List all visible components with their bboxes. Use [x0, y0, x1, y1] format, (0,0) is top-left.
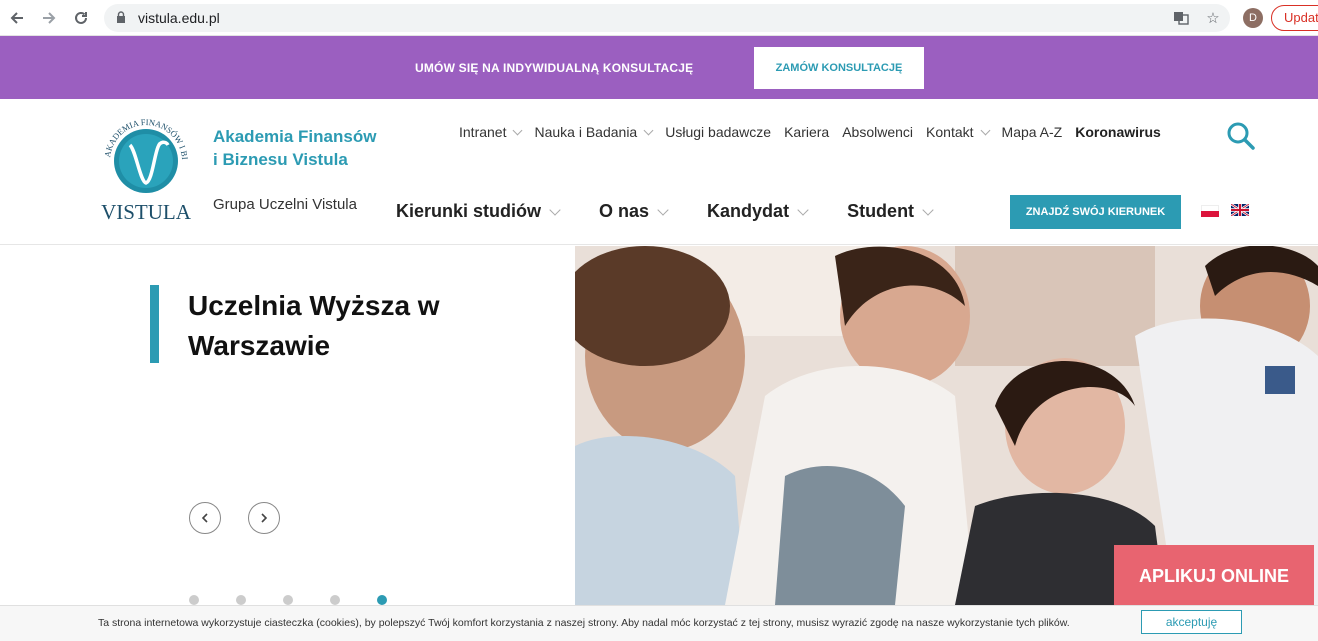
- nav-label: Kierunki studiów: [396, 201, 542, 221]
- find-program-button[interactable]: ZNAJDŹ SWÓJ KIERUNEK: [1010, 195, 1181, 229]
- uk-flag-icon[interactable]: [1231, 204, 1249, 216]
- banner-text: UMÓW SIĘ NA INDYWIDUALNĄ KONSULTACJĘ: [415, 61, 694, 75]
- lock-icon: [117, 11, 125, 23]
- top-nav-koronawirus[interactable]: Koronawirus: [1075, 124, 1161, 140]
- translate-icon[interactable]: [1172, 9, 1190, 27]
- nav-label: Kontakt: [926, 124, 974, 140]
- top-navigation: Intranet Nauka i Badania Usługi badawcze…: [459, 124, 1174, 140]
- chevron-left-icon: [201, 513, 208, 523]
- nav-label: Absolwenci: [842, 124, 914, 140]
- reload-icon[interactable]: [70, 7, 92, 29]
- hero-slider: Uczelnia Wyższa w Warszawie: [0, 246, 575, 605]
- chevron-right-icon: [261, 513, 268, 523]
- top-nav-absolwenci[interactable]: Absolwenci: [842, 124, 913, 140]
- hero-title: Uczelnia Wyższa w Warszawie: [188, 290, 440, 361]
- nav-label: Nauka i Badania: [534, 124, 638, 140]
- chevron-down-icon: [513, 125, 523, 135]
- chevron-down-icon: [643, 125, 654, 135]
- accept-cookies-button[interactable]: akceptuję: [1141, 610, 1242, 634]
- main-nav-student[interactable]: Student: [847, 201, 934, 222]
- arrow-left-icon[interactable]: [6, 7, 28, 29]
- brand-subtitle: Grupa Uczelni Vistula: [213, 196, 357, 213]
- svg-text:VISTULA: VISTULA: [101, 200, 192, 224]
- nav-label: Kandydat: [707, 201, 790, 221]
- chevron-down-icon: [922, 203, 934, 216]
- nav-label: O nas: [599, 201, 650, 221]
- cookie-banner: Ta strona internetowa wykorzystuje ciast…: [0, 605, 1318, 641]
- order-consultation-button[interactable]: ZAMÓW KONSULTACJĘ: [754, 47, 924, 89]
- main-navigation: Kierunki studiów O nas Kandydat Student: [396, 201, 972, 222]
- nav-label: Mapa A-Z: [1001, 124, 1063, 140]
- slider-prev-button[interactable]: [189, 502, 221, 534]
- apply-online-button[interactable]: APLIKUJ ONLINE: [1114, 545, 1314, 607]
- nav-label: Student: [847, 201, 915, 221]
- top-nav-intranet[interactable]: Intranet: [459, 124, 523, 140]
- star-icon[interactable]: ☆: [1204, 9, 1222, 27]
- slider-dots: [189, 595, 424, 605]
- accent-bar: [150, 285, 159, 363]
- site-header: AKADEMIA FINANSÓW I BIZNESU VISTULA Akad…: [0, 99, 1318, 245]
- nav-label: Kariera: [784, 124, 830, 140]
- arrow-right-icon[interactable]: [38, 7, 60, 29]
- search-icon[interactable]: [1226, 121, 1256, 151]
- slider-next-button[interactable]: [248, 502, 280, 534]
- nav-label: Intranet: [459, 124, 507, 140]
- chevron-down-icon: [549, 203, 561, 216]
- top-nav-mapa[interactable]: Mapa A-Z: [1002, 124, 1063, 140]
- top-nav-uslugi[interactable]: Usługi badawcze: [665, 124, 771, 140]
- browser-toolbar: vistula.edu.pl ☆ D Update: [0, 0, 1318, 36]
- main-nav-kandydat[interactable]: Kandydat: [707, 201, 809, 222]
- consultation-banner: UMÓW SIĘ NA INDYWIDUALNĄ KONSULTACJĘ ZAM…: [0, 36, 1318, 99]
- update-button[interactable]: Update: [1271, 5, 1318, 31]
- address-bar[interactable]: vistula.edu.pl ☆: [104, 4, 1230, 32]
- top-nav-kariera[interactable]: Kariera: [784, 124, 829, 140]
- url-text: vistula.edu.pl: [138, 10, 220, 26]
- nav-label: Usługi badawcze: [665, 124, 772, 140]
- chevron-down-icon: [657, 203, 669, 216]
- top-nav-nauka[interactable]: Nauka i Badania: [534, 124, 654, 140]
- slider-dot[interactable]: [283, 595, 293, 605]
- cookie-text: Ta strona internetowa wykorzystuje ciast…: [98, 617, 1070, 629]
- slider-dot[interactable]: [236, 595, 246, 605]
- polish-flag-icon[interactable]: [1201, 205, 1219, 217]
- main-nav-o-nas[interactable]: O nas: [599, 201, 669, 222]
- chevron-down-icon: [980, 125, 990, 135]
- vistula-logo[interactable]: AKADEMIA FINANSÓW I BIZNESU VISTULA: [96, 111, 196, 227]
- avatar[interactable]: D: [1243, 8, 1263, 28]
- slider-dot[interactable]: [330, 595, 340, 605]
- brand-name[interactable]: Akademia Finansów i Biznesu Vistula: [213, 125, 383, 171]
- slider-dot[interactable]: [189, 595, 199, 605]
- top-nav-kontakt[interactable]: Kontakt: [926, 124, 990, 140]
- nav-label: Koronawirus: [1075, 124, 1161, 140]
- chevron-down-icon: [797, 203, 809, 216]
- main-nav-kierunki[interactable]: Kierunki studiów: [396, 201, 561, 222]
- slider-dot-active[interactable]: [377, 595, 387, 605]
